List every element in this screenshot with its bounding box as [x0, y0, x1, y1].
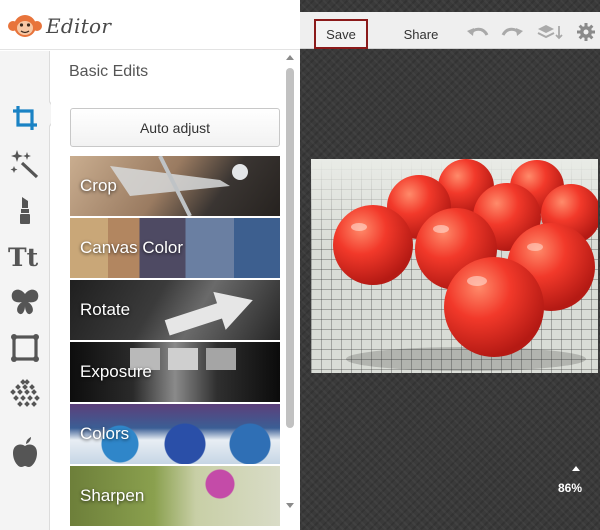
rotate-tile[interactable]: Rotate — [70, 280, 280, 340]
texture-icon — [10, 379, 40, 407]
scroll-up-arrow-icon[interactable] — [286, 55, 294, 60]
canvas-workspace: Save Share 86% — [300, 0, 600, 530]
gear-icon — [577, 23, 595, 41]
tile-label: Crop — [80, 176, 117, 195]
caret-up-icon[interactable] — [572, 466, 580, 471]
panel-title: Basic Edits — [69, 63, 149, 80]
crop-tool[interactable] — [0, 95, 50, 141]
text-tool[interactable]: Tt — [0, 233, 50, 279]
tile-label: Exposure — [80, 362, 152, 381]
tomatoes-image — [333, 159, 598, 371]
frames-tool[interactable] — [0, 325, 50, 371]
crop-tile[interactable]: Crop — [70, 156, 280, 216]
basic-edits-panel: Basic Edits Auto adjust Crop Canvas Colo… — [51, 51, 300, 530]
monkey-logo-icon — [8, 15, 42, 37]
layers-button[interactable] — [536, 24, 564, 40]
exposure-tile[interactable]: Exposure — [70, 342, 280, 402]
redo-icon — [501, 27, 523, 36]
tool-rail: Tt — [0, 51, 50, 530]
panel-scrollbar[interactable] — [284, 55, 296, 510]
magic-wand-icon — [10, 150, 39, 179]
scroll-thumb[interactable] — [286, 68, 294, 428]
undo-icon — [467, 27, 489, 36]
tile-label: Canvas Color — [80, 238, 183, 257]
canvas-color-tile[interactable]: Canvas Color — [70, 218, 280, 278]
layers-icon — [537, 25, 563, 40]
app-title: Editor — [46, 14, 112, 38]
share-button[interactable]: Share — [396, 21, 446, 47]
effects-tool[interactable] — [0, 141, 50, 187]
app-header: Editor — [0, 0, 300, 50]
text-icon: Tt — [8, 243, 39, 270]
lipstick-icon — [20, 197, 30, 224]
tile-label: Colors — [80, 424, 130, 443]
undo-button[interactable] — [466, 24, 490, 40]
tile-label: Sharpen — [80, 486, 145, 505]
colors-tile[interactable]: Colors — [70, 404, 280, 464]
apple-icon — [13, 437, 37, 467]
sharpen-tile[interactable]: Sharpen — [70, 466, 280, 526]
crop-icon — [13, 106, 37, 130]
tile-label: Rotate — [80, 300, 131, 319]
scroll-down-arrow-icon[interactable] — [286, 503, 294, 508]
auto-adjust-button[interactable]: Auto adjust — [70, 108, 280, 147]
zoom-control[interactable]: 86% — [556, 466, 596, 506]
svg-text:Tt: Tt — [8, 243, 39, 270]
textures-tool[interactable] — [0, 371, 50, 417]
settings-button[interactable] — [576, 23, 596, 41]
save-button[interactable]: Save — [314, 19, 368, 49]
butterfly-icon — [11, 289, 39, 315]
frame-icon — [11, 334, 39, 362]
photo-canvas[interactable] — [311, 159, 598, 373]
workspace-toolbar: Save Share — [300, 12, 600, 49]
touch-up-tool[interactable] — [0, 187, 50, 233]
overlays-tool[interactable] — [0, 279, 50, 325]
redo-button[interactable] — [500, 24, 524, 40]
seasonal-tool[interactable] — [0, 429, 50, 475]
zoom-level: 86% — [558, 481, 583, 495]
